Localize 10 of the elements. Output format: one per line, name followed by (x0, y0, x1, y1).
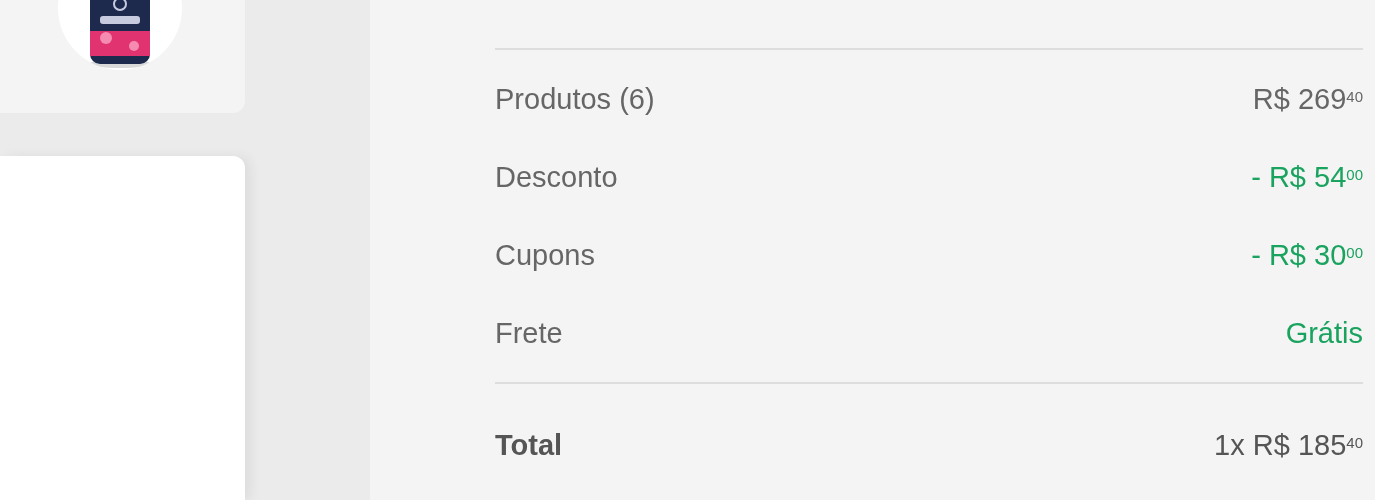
summary-value: R$ 269$^{40}$ (1252, 82, 1363, 118)
summary-label: Produtos (6) (495, 82, 655, 118)
summary-label: Frete (495, 316, 563, 352)
total-value: 1x R$ 185$^{40}$ (1214, 428, 1363, 464)
summary-label: Desconto (495, 160, 618, 196)
summary-value: - R$ 30$^{00}$ (1251, 238, 1363, 274)
summary-value: - R$ 54$^{00}$ (1251, 160, 1363, 196)
summary-value: Grátis (1285, 316, 1363, 352)
summary-label: Cupons (495, 238, 595, 274)
total-label: Total (495, 428, 563, 464)
